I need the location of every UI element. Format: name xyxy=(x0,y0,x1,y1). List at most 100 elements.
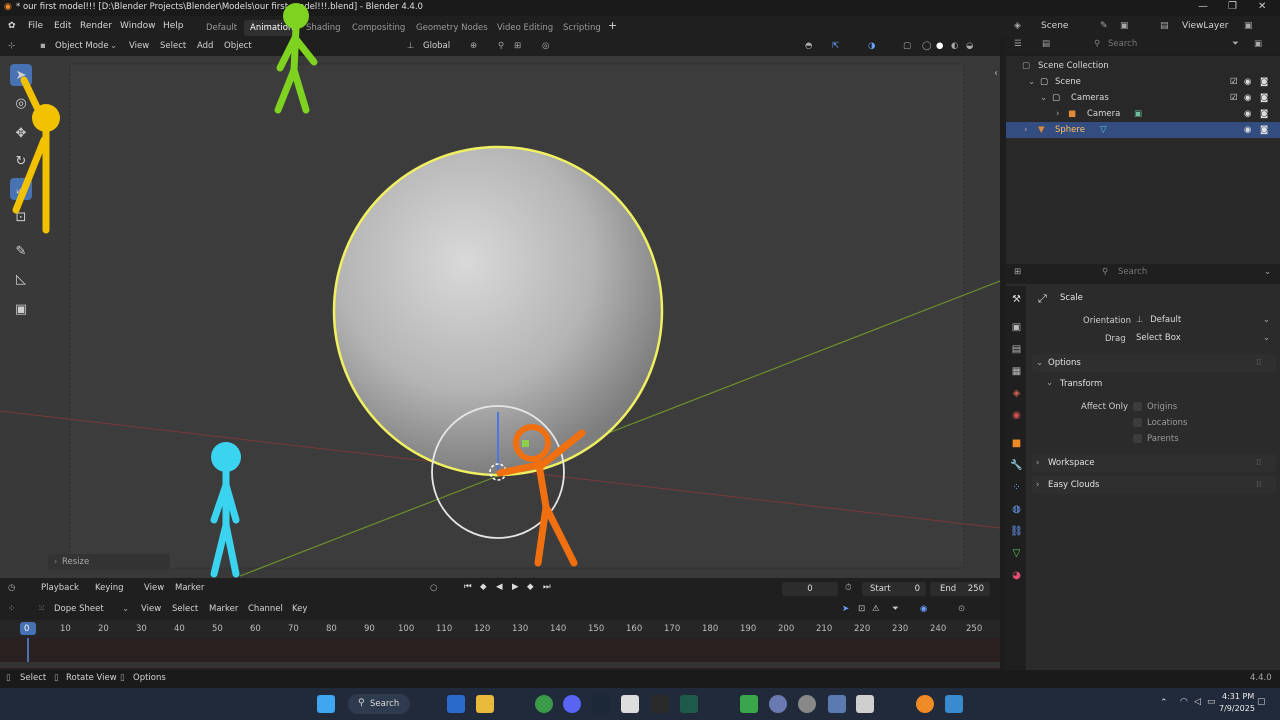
camera-render-icon[interactable]: ◙ xyxy=(1260,125,1268,135)
taskbar-time[interactable]: 4:31 PM xyxy=(1222,692,1254,701)
physics-tab-icon[interactable]: ◍ xyxy=(1009,504,1024,519)
frame-ruler[interactable]: 0 10 20 30 40 50 60 70 80 90 100 110 120… xyxy=(0,620,1000,638)
annotate-tool[interactable]: ✎ xyxy=(10,240,32,262)
menu-file[interactable]: File xyxy=(28,21,43,31)
mesh-data-icon[interactable]: ▽ xyxy=(1100,125,1107,135)
tab-default[interactable]: Default xyxy=(200,20,243,36)
errors-icon[interactable]: ⚠ xyxy=(872,604,880,614)
measure-tool[interactable]: ◺ xyxy=(10,268,32,290)
stopwatch-icon[interactable]: ⏱ xyxy=(845,583,852,593)
eye-icon[interactable]: ◉ xyxy=(1244,109,1251,119)
camera-data-icon[interactable]: ▣ xyxy=(1134,109,1142,119)
wireframe-shading-icon[interactable]: ◯ xyxy=(922,41,932,51)
solid-shading-icon[interactable]: ● xyxy=(936,41,943,51)
outliner-row-camera[interactable]: › ■ Camera ▣ ◉ ◙ xyxy=(1006,106,1280,122)
notifications-icon[interactable]: ▢ xyxy=(1257,697,1266,707)
current-frame-field[interactable]: 0 xyxy=(782,582,838,596)
camera-render-icon[interactable]: ◙ xyxy=(1260,109,1268,119)
camera-render-icon[interactable]: ◙ xyxy=(1260,77,1268,87)
workspace-panel-header[interactable]: › Workspace ⁞⁞ xyxy=(1032,454,1276,472)
menu-playback[interactable]: Playback xyxy=(41,583,79,593)
jump-end-icon[interactable]: ⏭ xyxy=(543,582,551,592)
scene-tab-icon[interactable]: ◈ xyxy=(1009,388,1024,403)
options-panel-header[interactable]: ⌄ Options ⁞⁞ xyxy=(1032,354,1276,372)
drag-handle-icon[interactable]: ⁞⁞ xyxy=(1256,458,1261,468)
eye-icon[interactable]: ◉ xyxy=(1244,93,1251,103)
app-icon[interactable] xyxy=(945,695,963,713)
snap-target-icon[interactable]: ⊞ xyxy=(514,41,521,51)
data-tab-icon[interactable]: ▽ xyxy=(1009,548,1024,563)
menu-dopesheet-marker[interactable]: Marker xyxy=(209,604,238,614)
app-icon[interactable] xyxy=(680,695,698,713)
snap-icon[interactable]: ⚲ xyxy=(498,41,504,51)
menu-keying[interactable]: Keying xyxy=(95,583,124,593)
tab-scripting[interactable]: Scripting xyxy=(557,20,607,36)
transform-subpanel-header[interactable]: ⌄ Transform xyxy=(1042,376,1274,392)
menu-add[interactable]: Add xyxy=(197,41,213,51)
outliner-row-scene[interactable]: ⌄ ▢ Scene ☑ ◉ ◙ xyxy=(1006,74,1280,90)
pivot-icon[interactable]: ⊕ xyxy=(470,41,477,51)
rendered-shading-icon[interactable]: ◒ xyxy=(966,41,973,51)
easy-clouds-panel-header[interactable]: › Easy Clouds ⁞⁞ xyxy=(1032,476,1276,494)
menu-edit[interactable]: Edit xyxy=(54,21,71,31)
locations-checkbox[interactable] xyxy=(1133,418,1142,427)
editor-type-icon[interactable]: ⊹ xyxy=(8,41,15,51)
camera-render-icon[interactable]: ◙ xyxy=(1260,93,1268,103)
task-view-icon[interactable] xyxy=(447,695,465,713)
app-icon[interactable] xyxy=(621,695,639,713)
outliner-search-input[interactable]: Search xyxy=(1108,39,1137,49)
sidebar-toggle-icon[interactable]: ‹ xyxy=(994,68,998,79)
view-layer-tab-icon[interactable]: ▦ xyxy=(1009,366,1024,381)
discord-icon[interactable] xyxy=(563,695,581,713)
dopesheet-scrollbar[interactable] xyxy=(0,662,1000,668)
add-cube-tool[interactable]: ▣ xyxy=(10,298,32,320)
outliner-row-sphere[interactable]: › ▼ Sphere ▽ ◉ ◙ xyxy=(1006,122,1280,138)
add-workspace-button[interactable]: + xyxy=(608,19,617,32)
new-scene-icon[interactable]: ▣ xyxy=(1120,21,1129,31)
next-keyframe-icon[interactable]: ◆ xyxy=(527,582,534,592)
constraints-tab-icon[interactable]: ⛓ xyxy=(1009,526,1024,541)
chevron-down-icon[interactable]: ⌄ xyxy=(1028,77,1035,87)
start-frame-field[interactable]: Start 0 xyxy=(862,582,926,596)
jump-start-icon[interactable]: ⏮ xyxy=(464,582,472,592)
menu-timeline-marker[interactable]: Marker xyxy=(175,583,204,593)
only-selected-icon[interactable]: ➤ xyxy=(842,604,849,614)
checkbox-icon[interactable]: ☑ xyxy=(1230,93,1238,103)
end-frame-field[interactable]: End 250 xyxy=(930,582,990,596)
menu-dopesheet-view[interactable]: View xyxy=(141,604,161,614)
minecraft-icon[interactable] xyxy=(740,695,758,713)
battery-icon[interactable]: ▭ xyxy=(1207,697,1216,707)
app-icon[interactable] xyxy=(828,695,846,713)
proportional-icon[interactable]: ◉ xyxy=(920,604,927,614)
auto-keying-icon[interactable]: ○ xyxy=(430,583,437,593)
menu-timeline-view[interactable]: View xyxy=(144,583,164,593)
wifi-icon[interactable]: ◠ xyxy=(1180,697,1188,707)
pin-icon[interactable]: ✎ xyxy=(1100,21,1108,31)
taskbar-date[interactable]: 7/9/2025 xyxy=(1219,704,1255,713)
drag-handle-icon[interactable]: ⁞⁞ xyxy=(1256,358,1261,368)
modifier-tab-icon[interactable]: 🔧 xyxy=(1009,460,1024,475)
app-icon[interactable] xyxy=(769,695,787,713)
orientation-selector[interactable]: Global xyxy=(423,41,450,51)
eye-icon[interactable]: ◉ xyxy=(1244,125,1251,135)
play-reverse-icon[interactable]: ◀ xyxy=(496,582,503,592)
menu-dopesheet-key[interactable]: Key xyxy=(292,604,307,614)
menu-dopesheet-select[interactable]: Select xyxy=(172,604,198,614)
snapping-icon[interactable]: ⊙ xyxy=(958,604,965,614)
menu-view[interactable]: View xyxy=(129,41,149,51)
show-hidden-icon[interactable]: ⊡ xyxy=(858,604,865,614)
menu-help[interactable]: Help xyxy=(163,21,184,31)
chevron-down-icon[interactable]: ⌄ xyxy=(1264,267,1271,277)
chevron-up-icon[interactable]: ⌃ xyxy=(1160,698,1168,708)
visibility-icon[interactable]: ◓ xyxy=(805,41,812,51)
taskbar-search[interactable]: ⚲ Search xyxy=(348,694,410,714)
origins-checkbox[interactable] xyxy=(1133,402,1142,411)
material-shading-icon[interactable]: ◐ xyxy=(951,41,958,51)
object-tab-icon[interactable]: ■ xyxy=(1009,438,1024,453)
minimize-button[interactable]: — xyxy=(1198,1,1208,12)
chevron-down-icon[interactable]: ⌄ xyxy=(1040,93,1047,103)
operator-panel[interactable]: › Resize xyxy=(48,554,170,570)
dopesheet-mode-selector[interactable]: Dope Sheet xyxy=(54,604,104,614)
material-tab-icon[interactable]: ◕ xyxy=(1009,570,1024,585)
scene-selector[interactable]: Scene xyxy=(1041,21,1068,31)
